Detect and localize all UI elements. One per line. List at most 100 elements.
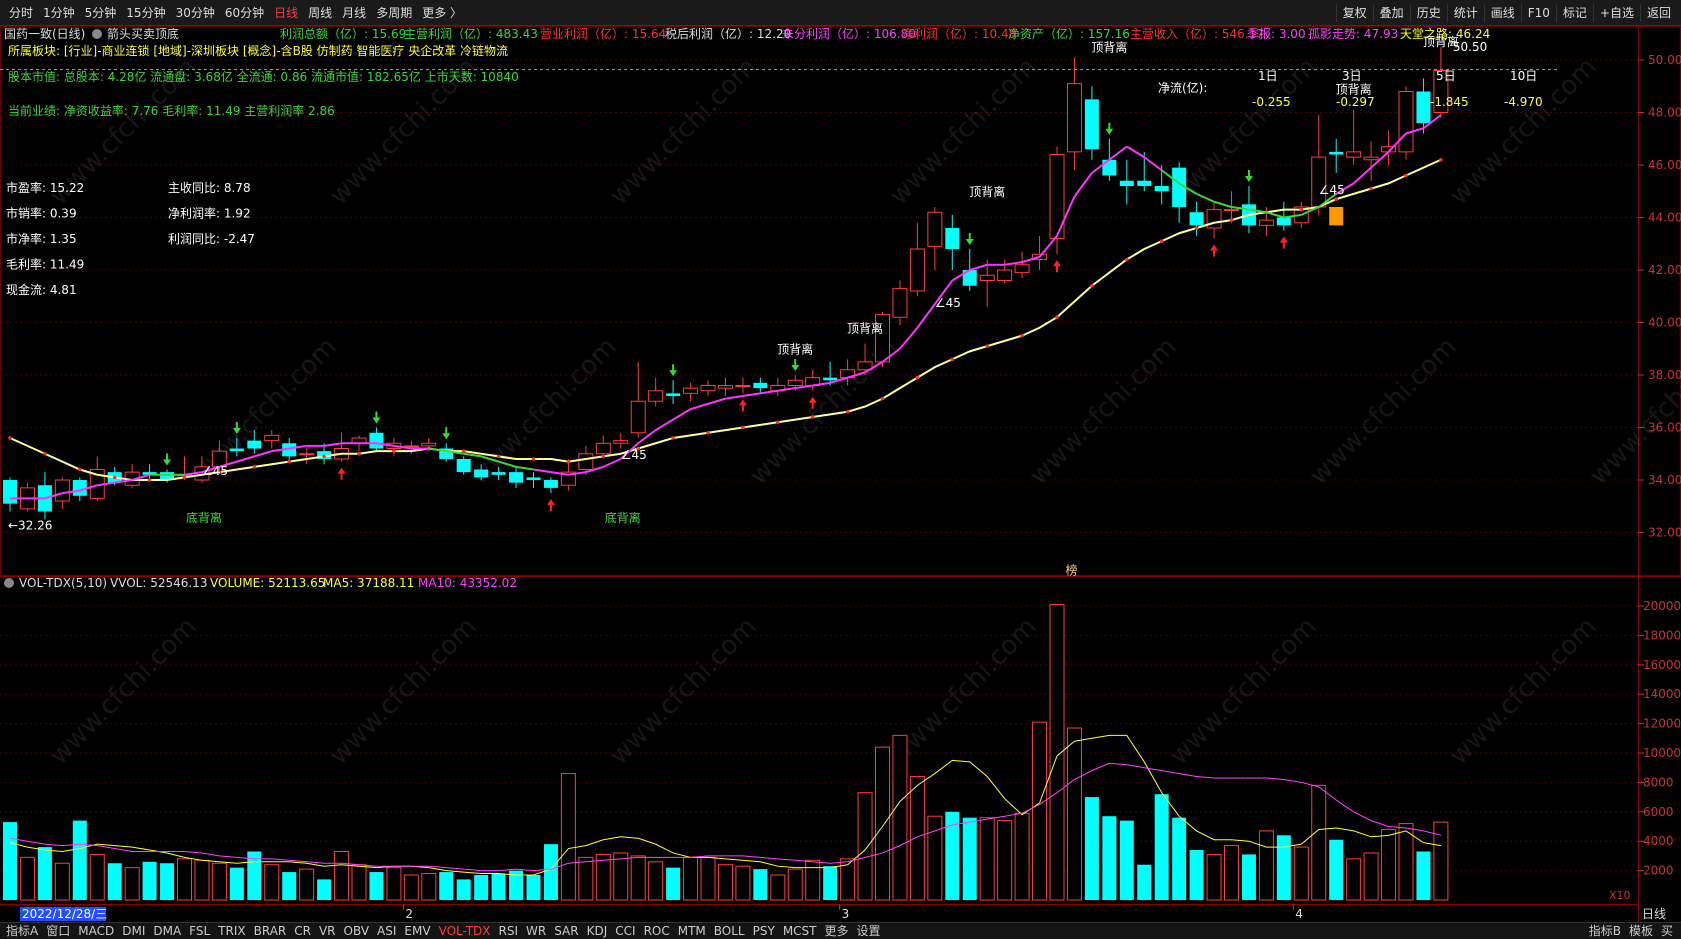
trend-dot [357,451,361,456]
formula-name[interactable]: 箭头买卖顶底 [107,26,179,41]
vol-tick-label: 6000 [1643,805,1674,819]
trend-dot [1369,186,1373,191]
period-tab-0[interactable]: 分时 [4,4,38,22]
volume-bar-up [1346,858,1362,901]
volume-bar-down [369,872,384,900]
ma-short-seg [725,395,744,400]
volume-bar-up [613,852,629,901]
top-tool-5[interactable]: F10 [1520,4,1556,22]
trend-dot [1194,226,1199,230]
indicator-tab-4[interactable]: DMA [149,923,185,939]
angle-label: ∠45 [202,464,228,478]
volume-bar-down [1084,797,1099,900]
top-tool-4[interactable]: 画线 [1483,4,1521,22]
volume-bar-down [456,879,471,900]
trend-dot [601,454,606,459]
ma-short-seg [602,458,622,468]
indicator-tab-11[interactable]: ASI [373,923,400,939]
candle-body-down [474,469,489,478]
indicator-tab-8[interactable]: CR [290,923,315,939]
indicator-tab-21[interactable]: BOLL [710,923,749,939]
candle-body-up [264,434,280,442]
volume-bar-down [1276,835,1291,900]
ma-short-seg [1038,235,1058,258]
bottom-tool-2[interactable]: 买 [1657,923,1677,939]
volume-bar-up [54,862,70,901]
indicator-tab-16[interactable]: SAR [550,923,582,939]
financial-line: 利润总额（亿）: 15.69主营利润（亿）: 483.43 营业利润（亿）: 15… [280,26,1490,41]
volume-bar-down [666,867,681,900]
indicator-tab-23[interactable]: MCST [779,923,821,939]
top-tool-1[interactable]: 叠加 [1372,4,1410,22]
volume-bar-down [962,817,977,900]
ma-short-seg [655,418,674,431]
period-label: 日线 [1642,907,1666,921]
volume-bar-up [1032,721,1048,901]
vol-name[interactable]: VOL-TDX(5,10) [19,576,107,590]
period-tab-2[interactable]: 5分钟 [80,4,122,22]
period-tab-1[interactable]: 1分钟 [38,4,80,22]
indicator-tab-17[interactable]: KDJ [583,923,612,939]
indicator-tab-5[interactable]: FSL [185,923,214,939]
indicator-tab-24[interactable]: 更多 [821,923,853,939]
period-tab-10[interactable]: 更多 〉 [417,4,467,22]
top-divergence-label: 顶背离 [777,341,813,356]
fin-item-1: 主营利润（亿）: 483.43 [404,26,538,41]
volume-bar-down [3,822,17,900]
top-tool-6[interactable]: 标记 [1555,4,1593,22]
period-tab-6[interactable]: 日线 [269,4,303,22]
fin-item-2: 营业利润（亿）: 15.64 [540,26,666,41]
bottom-tool-1[interactable]: 模板 [1625,923,1657,939]
indicator-tab-25[interactable]: 设置 [853,923,885,939]
indicator-tab-19[interactable]: ROC [640,923,674,939]
indicator-tab-0[interactable]: 指标A [2,923,42,939]
indicator-tab-13[interactable]: VOL-TDX [435,923,495,939]
period-tab-7[interactable]: 周线 [303,4,337,22]
candle-body-up [578,453,594,470]
volume-bar-down [1172,817,1187,900]
period-tab-5[interactable]: 60分钟 [220,4,269,22]
high-price-label: 50.50 [1453,40,1487,54]
sell-arrow-icon [1244,170,1253,182]
period-toolbar: 分时 1分钟 5分钟 15分钟 30分钟 60分钟 日线 周线 月线 多周期 更多 〉 复权 叠加 历史… [0,0,1681,26]
period-tab-3[interactable]: 15分钟 [121,4,170,22]
indicator-tab-15[interactable]: WR [522,923,550,939]
indicator-tab-2[interactable]: MACD [74,923,118,939]
vol-tick-label: 12000 [1643,717,1681,731]
candle-body-down [3,480,17,504]
indicator-tab-14[interactable]: RSI [495,923,523,939]
bottom-tool-0[interactable]: 指标B [1585,923,1625,939]
indicator-tab-7[interactable]: BRAR [250,923,291,939]
period-tab-4[interactable]: 30分钟 [171,4,220,22]
top-tool-7[interactable]: +自选 [1592,4,1640,22]
indicator-tab-12[interactable]: EMV [400,923,434,939]
top-tool-2[interactable]: 历史 [1409,4,1447,22]
net-flow-value: -4.970 [1504,95,1543,109]
vol-dropdown-icon[interactable] [4,578,14,588]
indicator-tab-20[interactable]: MTM [674,923,710,939]
ma-short-seg [1213,200,1232,208]
price-tick-label: 32.00 [1648,526,1681,540]
trend-dot [706,430,710,435]
ma-short-seg [254,450,273,458]
ratio-right-1: 净利润率: 1.92 [168,206,251,221]
fin-item-9: 孤影走势: 47.93 [1308,27,1398,41]
indicator-tab-1[interactable]: 窗口 [42,923,74,939]
indicator-tab-22[interactable]: PSY [749,923,779,939]
ratios-right: 主收同比: 8.78 净利润率: 1.92 利润同比: -2.47 [168,181,255,246]
formula-dropdown-icon[interactable] [92,29,102,39]
top-tool-8[interactable]: 返回 [1639,4,1677,22]
top-tool-0[interactable]: 复权 [1335,4,1373,22]
indicator-tab-18[interactable]: CCI [611,923,639,939]
period-tab-8[interactable]: 月线 [337,4,371,22]
indicator-tab-10[interactable]: OBV [340,923,374,939]
indicator-tab-6[interactable]: TRIX [214,923,249,939]
performance-line: 当前业绩: 净资收益率: 7.76 毛利率: 11.49 主营利润率 2.86 [8,103,335,118]
top-tool-3[interactable]: 统计 [1446,4,1484,22]
candle-body-up [1224,209,1239,212]
indicator-tab-9[interactable]: VR [315,923,340,939]
indicator-tab-3[interactable]: DMI [118,923,149,939]
period-tab-9[interactable]: 多周期 [371,4,417,22]
buy-arrow-icon [337,467,346,480]
indicator-tabs-bar: 指标A 窗口 MACD DMI DMA FSL TRIX BRAR CR VR OBV ASI EMV V… [0,922,1681,939]
